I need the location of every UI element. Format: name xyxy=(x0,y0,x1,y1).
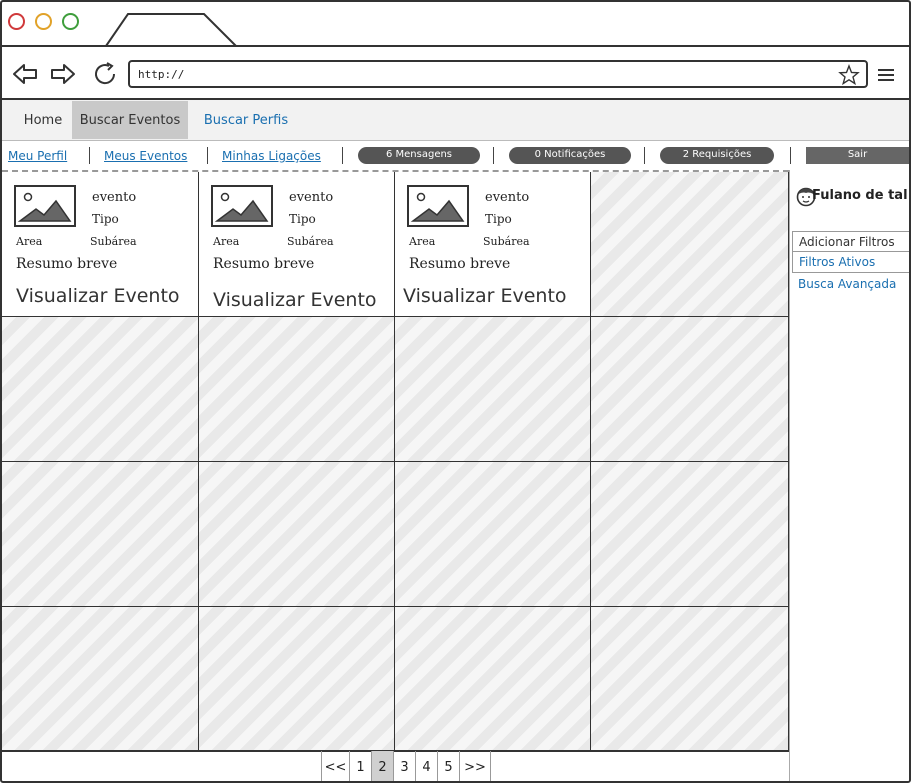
url-bar[interactable]: http:// xyxy=(128,60,868,88)
separator xyxy=(342,147,343,164)
image-placeholder-icon xyxy=(14,185,76,227)
empty-grid-cell xyxy=(591,172,789,317)
prev-page-button[interactable]: << xyxy=(321,751,349,781)
empty-grid-cell xyxy=(395,607,591,752)
filtros-ativos-link[interactable]: Filtros Ativos xyxy=(792,252,909,273)
card-tipo: Tipo xyxy=(289,212,316,226)
empty-grid-cell xyxy=(591,462,789,607)
back-arrow-icon[interactable] xyxy=(11,61,39,87)
forward-arrow-icon[interactable] xyxy=(49,61,77,87)
user-links-bar: Meu Perfil Meus Eventos Minhas Ligações … xyxy=(2,143,909,170)
empty-grid-cell xyxy=(199,607,395,752)
page-5-button[interactable]: 5 xyxy=(437,751,459,781)
empty-grid-cell xyxy=(395,317,591,462)
visualizar-evento-link[interactable]: Visualizar Evento xyxy=(16,285,180,307)
page-2-button[interactable]: 2 xyxy=(371,751,393,781)
close-window-button[interactable] xyxy=(8,13,25,30)
busca-avancada-link[interactable]: Busca Avançada xyxy=(792,274,909,295)
separator xyxy=(89,147,90,164)
events-grid: evento Tipo Area Subárea Resumo breve Vi… xyxy=(2,170,789,752)
tab-buscar-eventos[interactable]: Buscar Eventos xyxy=(72,101,188,139)
separator xyxy=(644,147,645,164)
empty-grid-cell xyxy=(395,462,591,607)
empty-grid-cell xyxy=(2,607,199,752)
title-bar xyxy=(2,2,909,47)
user-name[interactable]: Fulano de tal xyxy=(812,188,908,203)
browser-window: http:// Home Buscar Eventos Buscar Perfi… xyxy=(0,0,911,783)
card-evento: evento xyxy=(289,190,334,205)
card-tipo: Tipo xyxy=(485,212,512,226)
card-resumo: Resumo breve xyxy=(16,256,118,272)
empty-grid-cell xyxy=(199,317,395,462)
separator xyxy=(790,147,791,164)
empty-grid-cell xyxy=(199,462,395,607)
image-placeholder-icon xyxy=(211,185,273,227)
separator xyxy=(493,147,494,164)
page-1-button[interactable]: 1 xyxy=(349,751,371,781)
tab-home[interactable]: Home xyxy=(14,101,72,139)
next-page-button[interactable]: >> xyxy=(459,751,491,781)
card-tipo: Tipo xyxy=(92,212,119,226)
maximize-window-button[interactable] xyxy=(62,13,79,30)
card-subarea: Subárea xyxy=(287,235,334,248)
page-3-button[interactable]: 3 xyxy=(393,751,415,781)
minimize-window-button[interactable] xyxy=(35,13,52,30)
event-card[interactable]: evento Tipo Area Subárea Resumo breve Vi… xyxy=(2,172,199,317)
empty-grid-cell xyxy=(2,317,199,462)
meu-perfil-link[interactable]: Meu Perfil xyxy=(8,149,67,163)
visualizar-evento-link[interactable]: Visualizar Evento xyxy=(403,285,567,307)
page-4-button[interactable]: 4 xyxy=(415,751,437,781)
empty-grid-cell xyxy=(2,462,199,607)
main-tabs: Home Buscar Eventos Buscar Perfis xyxy=(2,100,909,141)
card-area: Area xyxy=(409,235,436,248)
card-area: Area xyxy=(16,235,43,248)
card-subarea: Subárea xyxy=(90,235,137,248)
url-text: http:// xyxy=(138,68,185,81)
event-card[interactable]: evento Tipo Area Subárea Resumo breve Vi… xyxy=(395,172,591,317)
card-evento: evento xyxy=(485,190,530,205)
tab-buscar-perfis[interactable]: Buscar Perfis xyxy=(196,101,296,139)
browser-tab[interactable] xyxy=(104,12,240,47)
empty-grid-cell xyxy=(591,317,789,462)
event-card[interactable]: evento Tipo Area Subárea Resumo breve Vi… xyxy=(199,172,395,317)
card-area: Area xyxy=(213,235,240,248)
hamburger-menu-icon[interactable] xyxy=(878,69,894,81)
card-evento: evento xyxy=(92,190,137,205)
bookmark-star-icon[interactable] xyxy=(838,62,860,88)
reload-icon[interactable] xyxy=(92,61,120,87)
sidebar: Fulano de tal Adicionar Filtros Filtros … xyxy=(789,170,909,781)
pagination: << 1 2 3 4 5 >> xyxy=(2,750,789,781)
mensagens-button[interactable]: 6 Mensagens xyxy=(358,147,480,164)
meus-eventos-link[interactable]: Meus Eventos xyxy=(104,149,187,163)
visualizar-evento-link[interactable]: Visualizar Evento xyxy=(213,289,377,311)
adicionar-filtros-button[interactable]: Adicionar Filtros xyxy=(792,231,909,252)
minhas-ligacoes-link[interactable]: Minhas Ligações xyxy=(222,149,321,163)
card-subarea: Subárea xyxy=(483,235,530,248)
separator xyxy=(207,147,208,164)
card-resumo: Resumo breve xyxy=(409,256,511,272)
notificacoes-button[interactable]: 0 Notificações xyxy=(509,147,631,164)
navigation-bar: http:// xyxy=(2,47,909,100)
sair-button[interactable]: Sair xyxy=(806,147,909,164)
card-resumo: Resumo breve xyxy=(213,256,315,272)
image-placeholder-icon xyxy=(407,185,469,227)
requisicoes-button[interactable]: 2 Requisições xyxy=(660,147,774,164)
empty-grid-cell xyxy=(591,607,789,752)
